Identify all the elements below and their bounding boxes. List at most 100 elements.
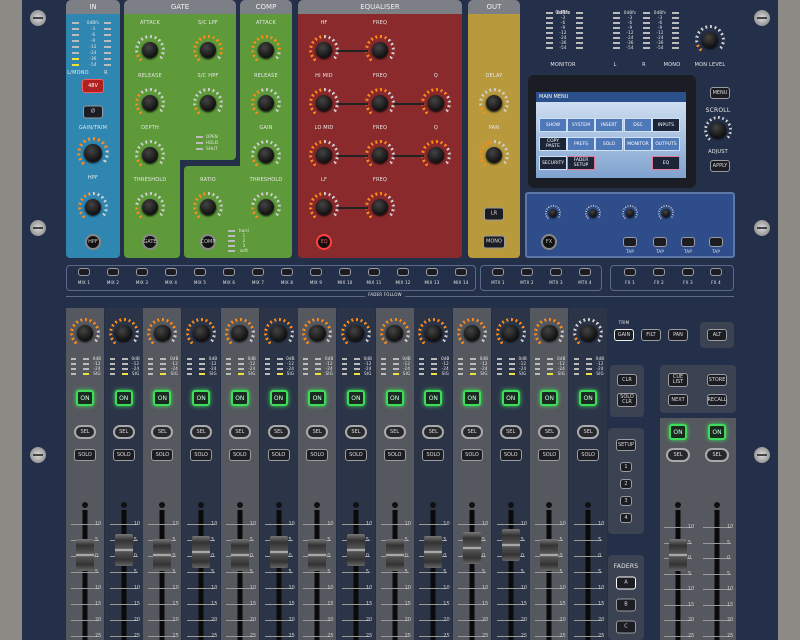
comp-release-knob[interactable] <box>251 88 281 118</box>
eq-hi_mid-freq-knob[interactable] <box>365 88 395 118</box>
on-button-7[interactable]: ON <box>308 390 327 406</box>
fx-send-button-1[interactable] <box>624 268 636 276</box>
sel-button-10[interactable]: SEL <box>422 425 445 439</box>
screen-button-show[interactable]: SHOW <box>539 118 567 132</box>
fader-3[interactable] <box>153 539 172 571</box>
eq-hi_mid-q-knob[interactable] <box>421 88 451 118</box>
solo-button-13[interactable]: SOLO <box>538 449 561 461</box>
on-button-14[interactable]: ON <box>579 390 598 406</box>
gate-threshold-knob[interactable] <box>135 192 165 222</box>
sel-button-11[interactable]: SEL <box>461 425 483 439</box>
layer-button-3[interactable]: 3 <box>620 496 632 506</box>
mtx-button-1[interactable] <box>492 268 504 276</box>
clr-button[interactable]: CLR <box>617 374 637 386</box>
mix-button-8[interactable] <box>281 268 293 276</box>
pan-button[interactable]: PAN <box>668 329 688 341</box>
fx-knob-4[interactable] <box>658 205 674 221</box>
tap-button-4[interactable] <box>709 237 723 247</box>
comp-ratio-knob[interactable] <box>193 192 223 222</box>
sel-button-14[interactable]: SEL <box>577 425 600 439</box>
mix-button-3[interactable] <box>136 268 148 276</box>
eq-hf-freq-knob[interactable] <box>365 35 395 65</box>
channel-gain-knob-7[interactable] <box>302 318 333 348</box>
filt-button[interactable]: FILT <box>641 329 661 341</box>
solo-button-5[interactable]: SOLO <box>228 449 251 461</box>
channel-gain-knob-11[interactable] <box>457 318 487 348</box>
comp-button[interactable]: COMP <box>200 234 216 250</box>
fx-knob-3[interactable] <box>622 205 638 221</box>
delay-knob[interactable] <box>479 88 509 118</box>
on-button-10[interactable]: ON <box>424 390 443 406</box>
eq-hi_mid-gain-knob[interactable] <box>309 88 339 118</box>
solo-button-2[interactable]: SOLO <box>112 449 135 461</box>
channel-gain-knob-13[interactable] <box>534 318 565 348</box>
fx-send-button-3[interactable] <box>682 268 694 276</box>
on-button-1[interactable]: ON <box>76 390 94 406</box>
scroll-adjust-knob[interactable] <box>704 116 732 144</box>
eq-hf-gain-knob[interactable] <box>309 35 339 65</box>
channel-gain-knob-6[interactable] <box>263 318 294 348</box>
pan-knob[interactable] <box>479 140 509 170</box>
screen-button-outputs[interactable]: OUTPUTS <box>652 137 680 151</box>
screen-button-prefs[interactable]: PREFS <box>567 137 595 151</box>
mix-button-12[interactable] <box>397 268 409 276</box>
eq-lo_mid-q-knob[interactable] <box>421 140 451 170</box>
fader-10[interactable] <box>424 536 443 568</box>
on-button-3[interactable]: ON <box>153 390 172 406</box>
mix-button-11[interactable] <box>368 268 380 276</box>
mix-button-7[interactable] <box>252 268 264 276</box>
fader-12[interactable] <box>501 529 520 561</box>
eq-lf-freq-knob[interactable] <box>365 192 395 222</box>
eq-lo_mid-freq-knob[interactable] <box>365 140 395 170</box>
cue-list-button[interactable]: CUE LIST <box>668 373 688 387</box>
eq-lf-gain-knob[interactable] <box>309 192 339 222</box>
hpf-button[interactable]: HPF <box>85 234 101 250</box>
channel-gain-knob-2[interactable] <box>108 318 139 348</box>
next-button[interactable]: NEXT <box>668 394 688 406</box>
gate-button[interactable]: GATE <box>142 234 158 250</box>
comp-threshold-knob[interactable] <box>251 192 281 222</box>
tap-button-3[interactable] <box>681 237 695 247</box>
on-button-8[interactable]: ON <box>346 390 365 406</box>
fx-send-button-4[interactable] <box>710 268 722 276</box>
fx-send-button-2[interactable] <box>653 268 665 276</box>
fader-8[interactable] <box>346 534 365 566</box>
fader-7[interactable] <box>308 539 327 571</box>
solo-button-12[interactable]: SOLO <box>499 449 522 461</box>
screen-button-copy-paste[interactable]: COPY PASTE <box>539 137 567 151</box>
tap-button-1[interactable] <box>623 237 637 247</box>
on-button-2[interactable]: ON <box>114 390 133 406</box>
fader-bank-b[interactable]: B <box>616 598 636 612</box>
eq-lo_mid-gain-knob[interactable] <box>309 140 339 170</box>
master-on-button-1[interactable]: ON <box>669 424 687 440</box>
sel-button-2[interactable]: SEL <box>112 425 135 439</box>
screen-button-monitor[interactable]: MONITOR <box>624 137 652 151</box>
mtx-button-2[interactable] <box>521 268 533 276</box>
mix-button-2[interactable] <box>107 268 119 276</box>
sel-button-6[interactable]: SEL <box>267 425 290 439</box>
channel-gain-knob-3[interactable] <box>147 318 178 348</box>
channel-gain-knob-5[interactable] <box>224 318 255 348</box>
trim-gain-button[interactable]: GAIN <box>614 329 634 341</box>
mix-button-14[interactable] <box>455 268 467 276</box>
eq-button[interactable]: EQ <box>316 234 332 250</box>
on-button-6[interactable]: ON <box>269 390 288 406</box>
mtx-button-4[interactable] <box>579 268 591 276</box>
solo-button-8[interactable]: SOLO <box>344 449 367 461</box>
fader-13[interactable] <box>540 539 559 571</box>
solo-button-9[interactable]: SOLO <box>383 449 406 461</box>
channel-gain-knob-14[interactable] <box>573 318 604 348</box>
sel-button-13[interactable]: SEL <box>538 425 561 439</box>
solo-button-3[interactable]: SOLO <box>151 449 174 461</box>
solo-button-14[interactable]: SOLO <box>577 449 600 461</box>
mix-button-6[interactable] <box>223 268 235 276</box>
store-button[interactable]: STORE <box>707 374 727 386</box>
setup-button[interactable]: SETUP <box>616 439 636 451</box>
screen-button-security[interactable]: SECURITY <box>539 156 567 170</box>
fader-6[interactable] <box>269 536 288 568</box>
channel-gain-knob-9[interactable] <box>379 318 410 348</box>
channel-gain-knob-1[interactable] <box>70 318 100 348</box>
layer-button-2[interactable]: 2 <box>620 479 632 489</box>
solo-button-1[interactable]: SOLO <box>74 449 96 461</box>
screen-button-fader-setup[interactable]: FADER SETUP <box>567 156 595 170</box>
